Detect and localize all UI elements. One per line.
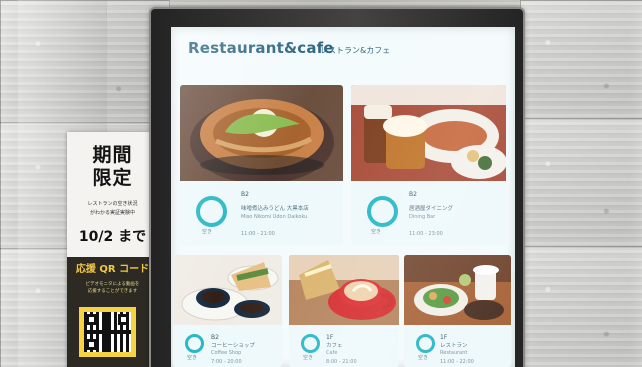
restaurant-floor: B2 <box>409 191 417 198</box>
photo-scene: 期間 限定 レストランの空き状況 がわかる実証実験中 10/2 まで 応援 QR… <box>0 0 642 367</box>
availability-label: 空き <box>187 355 198 361</box>
restaurant-card[interactable]: B2 コーヒーショップ Coffee Shop 7:00 - 20:00 空き <box>173 255 282 367</box>
promo-note: レストランの空き状況 がわかる実証実験中 <box>87 201 138 216</box>
restaurant-card[interactable]: B2 味噌煮込みうどん 大黒本店 Miso Nikomi Udon Daikok… <box>180 85 343 245</box>
availability-label: 空き <box>303 355 314 361</box>
screen-subtitle: レストラン&カフェ <box>320 46 391 55</box>
restaurant-name: 居酒屋ダイニング <box>409 206 454 212</box>
restaurant-card[interactable]: 1F レストラン Restaurant 11:00 - 22:00 空き <box>404 255 511 367</box>
stone-wall-tile <box>520 118 642 248</box>
restaurant-name: コーヒーショップ <box>211 343 255 349</box>
stone-wall-tile <box>520 246 642 367</box>
qr-finder-pattern <box>86 314 97 325</box>
beer-and-plates-photo <box>351 85 506 181</box>
restaurant-hours: 8:00 - 21:00 <box>326 359 357 365</box>
screen-title: Restaurant&cafe <box>188 39 334 57</box>
restaurant-floor: B2 <box>241 191 249 198</box>
restaurant-hours: 11:00 - 23:00 <box>409 231 443 237</box>
restaurant-detail: Cafe <box>326 350 338 356</box>
restaurant-detail: Restaurant <box>440 350 468 356</box>
restaurant-name: 味噌煮込みうどん 大黒本店 <box>241 206 309 212</box>
restaurant-hours: 7:00 - 20:00 <box>211 359 242 365</box>
restaurant-hours: 11:00 - 21:00 <box>241 231 275 237</box>
restaurant-name: カフェ <box>326 343 343 349</box>
salad-plate-photo <box>404 255 511 325</box>
qr-promo-panel: 応援 QR コード ビデオモニタによる動画を 応援することができます <box>67 257 158 367</box>
availability-ring <box>301 334 320 353</box>
restaurant-card[interactable]: 1F カフェ Cafe 8:00 - 21:00 空き <box>289 255 399 367</box>
limited-time-promo-sign: 期間 限定 レストランの空き状況 がわかる実証実験中 10/2 まで 応援 QR… <box>67 132 158 367</box>
restaurant-card[interactable]: B2 居酒屋ダイニング Dining Bar 11:00 - 23:00 空き <box>351 85 506 245</box>
coffee-and-sandwich-photo <box>173 255 282 325</box>
qr-finder-pattern <box>86 339 97 350</box>
promo-date: 10/2 まで <box>78 229 147 245</box>
miso-nikomi-udon-photo <box>180 85 343 181</box>
availability-ring <box>196 196 227 227</box>
promo-title: 期間 限定 <box>92 144 133 189</box>
availability-ring <box>416 334 435 353</box>
stone-wall-tile <box>520 0 642 120</box>
restaurant-detail: Coffee Shop <box>211 350 242 356</box>
availability-label: 空き <box>418 355 429 361</box>
qr-finder-pattern <box>118 314 129 325</box>
availability-ring <box>185 334 204 353</box>
restaurant-detail: Dining Bar <box>409 214 436 220</box>
qr-title: 応援 QR コード <box>75 264 150 275</box>
restaurant-display-screen: Restaurant&cafe レストラン&カフェ B2 味噌煮込みうどん 大黒 <box>171 27 515 367</box>
restaurant-floor: B2 <box>211 334 219 341</box>
restaurant-hours: 11:00 - 22:00 <box>440 359 474 365</box>
restaurant-detail: Miso Nikomi Udon Daikoku <box>241 214 308 220</box>
restaurant-name: レストラン <box>440 343 468 349</box>
qr-code-pattern <box>84 312 131 352</box>
availability-ring <box>367 196 398 227</box>
qr-code[interactable] <box>79 307 136 357</box>
latte-and-toast-photo <box>289 255 399 325</box>
availability-label: 空き <box>202 229 213 235</box>
availability-label: 空き <box>371 229 382 235</box>
restaurant-floor: 1F <box>326 334 334 341</box>
restaurant-floor: 1F <box>440 334 448 341</box>
qr-note: ビデオモニタによる動画を 応援することができます <box>85 282 140 294</box>
